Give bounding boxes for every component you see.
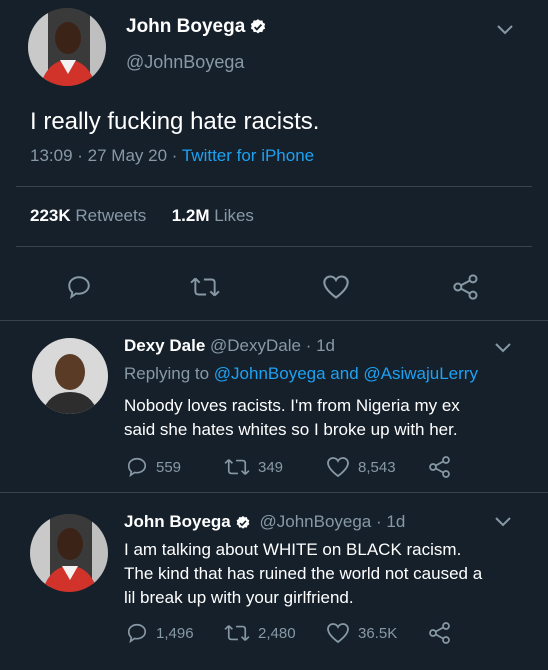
retweets-stat[interactable]: 223K Retweets [30, 206, 146, 225]
avatar[interactable] [28, 8, 106, 86]
divider [0, 492, 548, 493]
tweet-source-link[interactable]: Twitter for iPhone [182, 146, 314, 165]
like-button[interactable]: 8,543 [326, 456, 396, 478]
author-handle[interactable]: @JohnBoyega [126, 52, 244, 73]
retweet-count: 2,480 [258, 624, 296, 642]
profile-photo [30, 514, 108, 592]
reply-icon [127, 457, 147, 478]
author-name[interactable]: Dexy Dale [124, 336, 205, 355]
share-icon[interactable] [428, 455, 452, 479]
tweet-text: Nobody loves racists. I'm from Nigeria m… [124, 396, 460, 439]
profile-photo [32, 338, 108, 414]
retweet-count: 349 [258, 458, 284, 476]
retweet-button[interactable]: 349 [224, 456, 283, 478]
replying-to: Replying to @JohnBoyega and @AsiwajuLerr… [124, 364, 478, 383]
chevron-down-icon[interactable] [494, 516, 512, 528]
reply-button[interactable]: 559 [126, 456, 181, 478]
retweet-button[interactable]: 2,480 [224, 622, 296, 644]
divider [0, 320, 548, 321]
divider [16, 186, 532, 187]
retweet-icon[interactable] [190, 274, 220, 300]
reply-icon [127, 623, 147, 644]
author-name[interactable]: John Boyega [126, 16, 267, 38]
tweet-meta: 13:09 · 27 May 20 · Twitter for iPhone [30, 146, 314, 166]
verified-badge-icon [236, 515, 250, 529]
reply-icon[interactable] [66, 274, 92, 300]
reply-button[interactable]: 1,496 [126, 622, 194, 644]
share-icon[interactable] [428, 621, 452, 645]
like-icon [327, 623, 349, 644]
reply-tweet[interactable]: Dexy Dale @DexyDale · 1d Replying to @Jo… [0, 322, 548, 494]
like-button[interactable]: 36.5K [326, 622, 397, 644]
tweet-text: I really fucking hate racists. [30, 108, 320, 135]
retweet-icon [224, 459, 250, 475]
mention-link[interactable]: @AsiwajuLerry [363, 364, 478, 383]
tweet-timestamp: 13:09 · 27 May 20 · [30, 146, 182, 165]
author-handle[interactable]: @DexyDale [210, 336, 301, 355]
author-handle[interactable]: @JohnBoyega [259, 512, 371, 531]
reply-header: John Boyega @JohnBoyega · 1d [124, 512, 405, 532]
reply-header: Dexy Dale @DexyDale · 1d [124, 336, 335, 356]
mention-link[interactable]: @JohnBoyega [214, 364, 326, 383]
divider [16, 246, 532, 247]
like-count: 36.5K [358, 624, 398, 642]
share-icon[interactable] [452, 273, 480, 301]
like-count: 8,543 [358, 458, 396, 476]
chevron-down-icon[interactable] [494, 342, 512, 354]
reply-count: 559 [156, 458, 182, 476]
like-icon [327, 457, 349, 478]
tweet-timestamp: · 1d [300, 336, 335, 355]
profile-photo [28, 8, 106, 86]
reply-count: 1,496 [156, 624, 194, 642]
verified-badge-icon [251, 19, 266, 34]
tweet-stats: 223K Retweets 1.2M Likes [30, 206, 254, 226]
avatar[interactable] [32, 338, 108, 414]
reply-tweet[interactable]: John Boyega @JohnBoyega · 1d I am talkin… [0, 494, 548, 670]
tweet-text: I am talking about WHITE on BLACK racism… [124, 540, 483, 607]
avatar[interactable] [30, 514, 108, 592]
retweet-icon [224, 625, 250, 641]
likes-stat[interactable]: 1.2M Likes [172, 206, 254, 225]
tweet-timestamp: · 1d [371, 512, 406, 531]
main-tweet: John Boyega @JohnBoyega I really fucking… [0, 0, 548, 322]
chevron-down-icon[interactable] [496, 24, 514, 36]
author-name[interactable]: John Boyega [124, 512, 231, 531]
like-icon[interactable] [322, 274, 350, 300]
